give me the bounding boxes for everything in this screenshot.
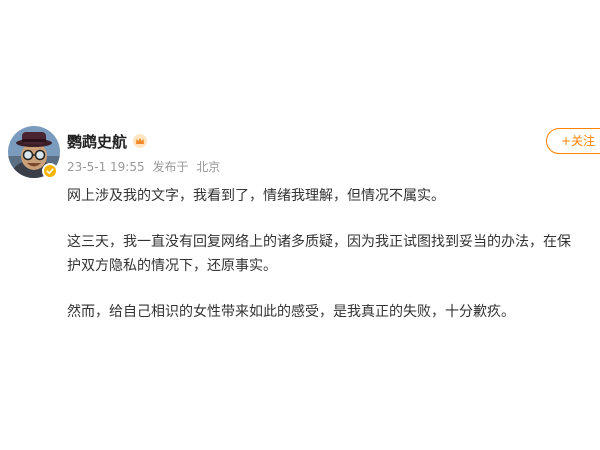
post-meta: 23-5-1 19:55 发布于 北京 <box>67 158 224 176</box>
post-paragraph: 然而，给自己相识的女性带来如此的感受，是我真正的失败，十分歉疚。 <box>67 304 515 320</box>
post-paragraph: 这三天，我一直没有回复网络上的诸多质疑，因为我正试图找到妥当的办法，在保 <box>67 234 571 250</box>
crown-icon <box>133 134 147 148</box>
post-timestamp[interactable]: 23-5-1 19:55 <box>67 160 145 174</box>
post-location: 北京 <box>196 160 221 174</box>
author-name[interactable]: 鹦鹉史航 <box>67 132 127 152</box>
follow-button[interactable]: +关注 <box>546 128 600 154</box>
weibo-post: 鹦鹉史航 23-5-1 19:55 发布于 北京 +关注 网上涉及我的文字，我看… <box>0 0 600 450</box>
post-paragraph: 网上涉及我的文字，我看到了，情绪我理解，但情况不属实。 <box>67 188 445 204</box>
verified-badge-icon <box>42 163 58 179</box>
post-paragraph: 护双方隐私的情况下，还原事实。 <box>67 258 277 274</box>
location-prefix: 发布于 <box>152 160 189 174</box>
